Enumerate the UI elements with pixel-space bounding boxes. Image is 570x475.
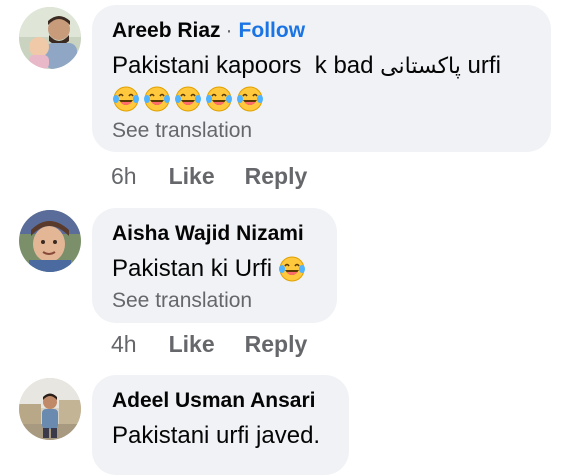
comment-actions: 6h Like Reply <box>111 163 307 190</box>
reply-button[interactable]: Reply <box>245 331 308 358</box>
face-with-tears-of-joy-icon <box>143 85 171 113</box>
face-with-tears-of-joy-icon <box>174 85 202 113</box>
author-name[interactable]: Aisha Wajid Nizami <box>112 222 304 246</box>
face-with-tears-of-joy-icon <box>112 85 140 113</box>
comment-bubble: Areeb Riaz · Follow Pakistani kapoors k … <box>92 5 551 152</box>
like-button[interactable]: Like <box>169 163 215 190</box>
comment-header: Adeel Usman Ansari <box>112 389 329 413</box>
follow-button[interactable]: Follow <box>239 19 306 43</box>
separator-dot: · <box>225 19 233 42</box>
see-translation-link[interactable]: See translation <box>112 119 531 143</box>
avatar-adeel-usman-ansari[interactable] <box>19 378 81 440</box>
emoji-row <box>112 85 531 113</box>
comment-text-part: Pakistan ki Urfi <box>112 255 273 282</box>
like-button[interactable]: Like <box>169 331 215 358</box>
author-name[interactable]: Adeel Usman Ansari <box>112 389 315 413</box>
avatar-aisha-wajid-nizami[interactable] <box>19 210 81 272</box>
reply-button[interactable]: Reply <box>245 163 308 190</box>
comment-text-part: Pakistani kapoors k bad <box>112 52 381 79</box>
see-translation-link[interactable]: See translation <box>112 289 317 313</box>
face-with-tears-of-joy-icon <box>205 85 233 113</box>
comment-timestamp[interactable]: 4h <box>111 331 137 358</box>
comment-header: Aisha Wajid Nizami <box>112 222 317 246</box>
comment-bubble: Adeel Usman Ansari Pakistani urfi javed. <box>92 375 349 475</box>
face-with-tears-of-joy-icon <box>236 85 264 113</box>
face-with-tears-of-joy-icon <box>278 255 306 283</box>
comment-actions: 4h Like Reply <box>111 331 307 358</box>
comment-text-urdu: پاکستانی <box>380 54 461 79</box>
author-name[interactable]: Areeb Riaz <box>112 19 221 43</box>
comment-timestamp[interactable]: 6h <box>111 163 137 190</box>
comment-text: Pakistani kapoors k bad پاکستانی urfi <box>112 51 531 81</box>
comment-text: Pakistan ki Urfi <box>112 254 317 283</box>
comment-text-part: urfi <box>460 52 501 79</box>
comment-bubble: Aisha Wajid Nizami Pakistan ki Urfi See … <box>92 208 337 323</box>
comment-text: Pakistani urfi javed. <box>112 422 321 449</box>
avatar-areeb-riaz[interactable] <box>19 7 81 69</box>
comment-header: Areeb Riaz · Follow <box>112 19 531 43</box>
